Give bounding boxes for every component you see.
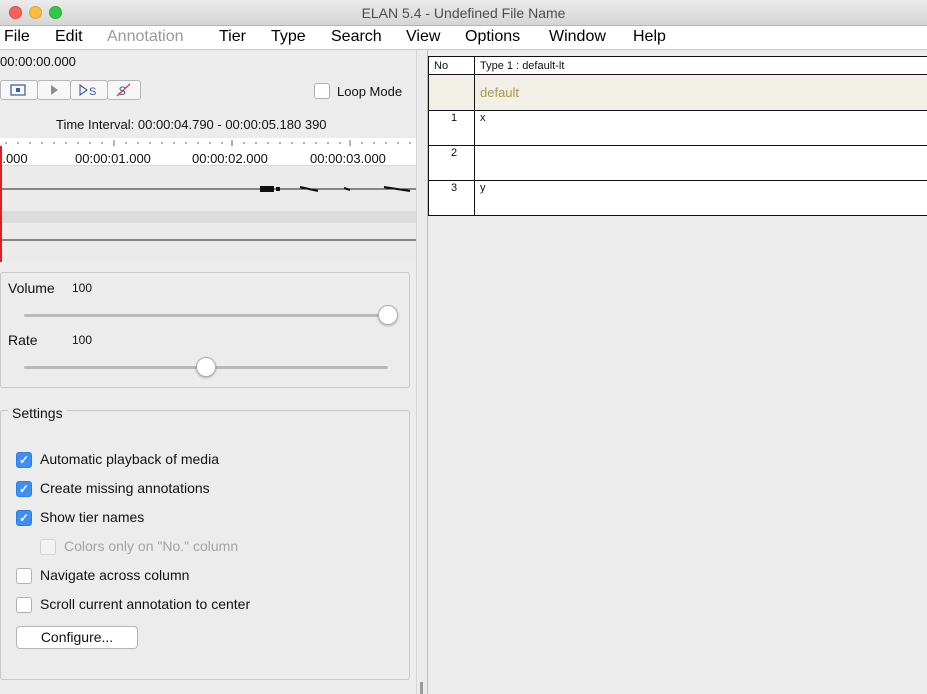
play-selection-button[interactable] xyxy=(0,80,38,100)
column-header-no[interactable]: No xyxy=(428,56,475,75)
annotation-value[interactable]: y xyxy=(474,180,927,216)
settings-checkbox-label[interactable]: Automatic playback of media xyxy=(40,451,219,467)
menu-file[interactable]: File xyxy=(4,28,30,46)
settings-checkbox[interactable]: ✓ xyxy=(16,452,32,468)
settings-title: Settings xyxy=(8,405,67,421)
settings-checkbox[interactable]: ✓ xyxy=(16,481,32,497)
menu-view[interactable]: View xyxy=(406,28,440,46)
rate-slider-thumb[interactable] xyxy=(196,357,216,377)
grid-header: No Type 1 : default-lt xyxy=(428,56,927,75)
annotation-value[interactable] xyxy=(474,145,927,181)
settings-checkbox-label: Colors only on "No." column xyxy=(64,538,239,554)
waveform-separator xyxy=(0,211,416,223)
clear-selection-button[interactable]: S xyxy=(107,80,141,100)
settings-checkbox xyxy=(40,539,56,555)
menu-bar: File Edit Annotation Tier Type Search Vi… xyxy=(0,26,927,50)
waveform-2 xyxy=(0,239,416,241)
ruler-tick-label: 00:00:01.000 xyxy=(75,151,151,166)
table-row[interactable]: 2 xyxy=(428,145,927,181)
playhead-cursor[interactable] xyxy=(0,146,2,262)
row-number: 2 xyxy=(428,145,475,181)
loop-mode-checkbox[interactable] xyxy=(314,83,330,99)
configure-button[interactable]: Configure... xyxy=(16,626,138,649)
selection-icon xyxy=(10,84,26,96)
svg-text:S: S xyxy=(89,86,96,98)
volume-slider-thumb[interactable] xyxy=(378,305,398,325)
menu-help[interactable]: Help xyxy=(633,28,666,46)
menu-window[interactable]: Window xyxy=(549,28,606,46)
time-interval-label: Time Interval: 00:00:04.790 - 00:00:05.1… xyxy=(56,117,327,132)
settings-checkbox-label[interactable]: Create missing annotations xyxy=(40,480,210,496)
settings-checkbox[interactable]: ✓ xyxy=(16,510,32,526)
waveform-track-2[interactable] xyxy=(0,223,416,261)
ruler-tick-label: ).000 xyxy=(0,151,28,166)
play-button[interactable] xyxy=(37,80,71,100)
play-s-icon: S xyxy=(79,83,96,98)
volume-slider-track[interactable] xyxy=(24,314,388,317)
menu-type[interactable]: Type xyxy=(271,28,306,46)
split-pane-divider[interactable] xyxy=(416,50,427,694)
loop-mode-label: Loop Mode xyxy=(337,84,403,99)
grid-viewer: No Type 1 : default-lt default 1x23y xyxy=(427,50,927,694)
menu-tier[interactable]: Tier xyxy=(219,28,246,46)
volume-value: 100 xyxy=(72,281,93,295)
title-bar: ELAN 5.4 - Undefined File Name xyxy=(0,0,927,26)
play-icon xyxy=(51,85,58,95)
default-row[interactable]: default xyxy=(428,74,927,111)
annotation-grid: No Type 1 : default-lt default 1x23y xyxy=(428,56,927,216)
ruler-tick-label: 00:00:02.000 xyxy=(192,151,268,166)
settings-checkbox-label[interactable]: Scroll current annotation to center xyxy=(40,596,250,612)
ruler-tick-label: 00:00:03.000 xyxy=(310,151,386,166)
settings-checkbox[interactable] xyxy=(16,597,32,613)
default-row-value: default xyxy=(474,74,927,111)
window-title: ELAN 5.4 - Undefined File Name xyxy=(361,5,566,21)
table-row[interactable]: 3y xyxy=(428,180,927,216)
settings-checkbox-label[interactable]: Navigate across column xyxy=(40,567,189,583)
current-timecode: 00:00:00.000 xyxy=(0,54,76,69)
play-around-selection-button[interactable]: S xyxy=(70,80,108,100)
settings-checkbox[interactable] xyxy=(16,568,32,584)
menu-edit[interactable]: Edit xyxy=(55,28,83,46)
volume-label: Volume xyxy=(8,280,55,296)
menu-options[interactable]: Options xyxy=(465,28,520,46)
annotation-value[interactable]: x xyxy=(474,110,927,146)
divider-grip[interactable] xyxy=(420,682,423,694)
waveform-track-1[interactable] xyxy=(0,167,416,211)
row-number: 1 xyxy=(428,110,475,146)
waveform-1 xyxy=(0,186,416,192)
ruler-ticks xyxy=(5,140,411,146)
clear-selection-icon: S xyxy=(116,83,131,98)
menu-search[interactable]: Search xyxy=(331,28,382,46)
volume-rate-panel: Volume 100 Rate 100 xyxy=(0,272,410,388)
timeline-ruler[interactable]: ).000 00:00:01.000 00:00:02.000 00:00:03… xyxy=(0,138,416,166)
default-row-no xyxy=(428,74,475,111)
column-header-tier[interactable]: Type 1 : default-lt xyxy=(474,56,927,75)
media-panel: 00:00:00.000 S S Loop Mode Time Interval… xyxy=(0,50,416,694)
rate-label: Rate xyxy=(8,332,38,348)
table-row[interactable]: 1x xyxy=(428,110,927,146)
settings-checkbox-label[interactable]: Show tier names xyxy=(40,509,144,525)
rate-value: 100 xyxy=(72,333,93,347)
row-number: 3 xyxy=(428,180,475,216)
menu-annotation[interactable]: Annotation xyxy=(107,28,184,46)
